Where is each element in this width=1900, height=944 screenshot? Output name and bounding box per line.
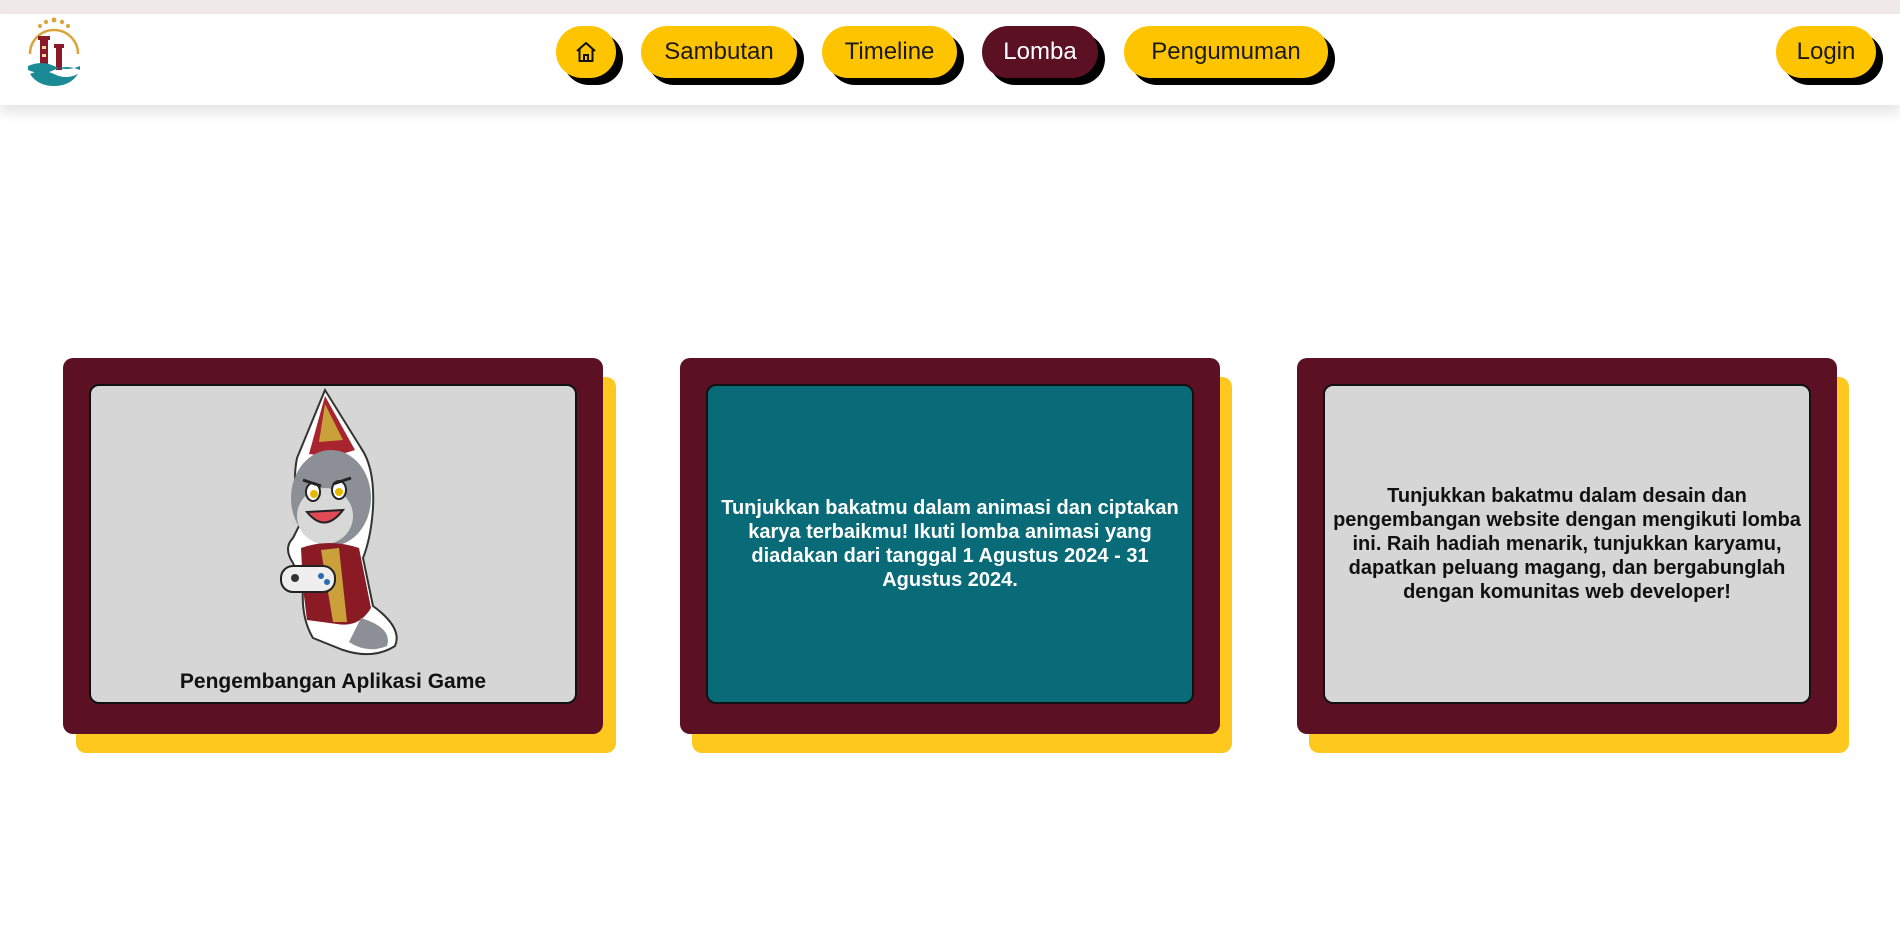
card-content: Tunjukkan bakatmu dalam animasi dan cipt… — [706, 384, 1194, 704]
card-description: Tunjukkan bakatmu dalam animasi dan cipt… — [721, 497, 1179, 591]
navbar: Sambutan Timeline Lomba Pengumuman Login — [0, 14, 1900, 105]
nav-lomba-button[interactable]: Lomba — [982, 26, 1098, 78]
home-icon — [576, 42, 596, 62]
competition-card-animation[interactable]: Tunjukkan bakatmu dalam animasi dan cipt… — [680, 358, 1220, 734]
card-title: Pengembangan Aplikasi Game — [179, 670, 487, 693]
competition-card-game[interactable]: Pengembangan Aplikasi Game — [63, 358, 603, 734]
nav-home-button[interactable] — [556, 26, 616, 78]
card-content: Tunjukkan bakatmu dalam desain dan penge… — [1323, 384, 1811, 704]
nav-pengumuman-button[interactable]: Pengumuman — [1124, 26, 1328, 78]
card-description: Tunjukkan bakatmu dalam desain dan penge… — [1333, 485, 1801, 603]
competition-card-web[interactable]: Tunjukkan bakatmu dalam desain dan penge… — [1297, 358, 1837, 734]
nav-sambutan-button[interactable]: Sambutan — [641, 26, 797, 78]
nav-timeline-button[interactable]: Timeline — [822, 26, 957, 78]
mascot-image — [280, 388, 398, 656]
top-strip — [0, 0, 1900, 14]
logo-icon[interactable] — [22, 14, 86, 92]
login-button[interactable]: Login — [1776, 26, 1876, 78]
card-content: Pengembangan Aplikasi Game — [89, 384, 577, 704]
